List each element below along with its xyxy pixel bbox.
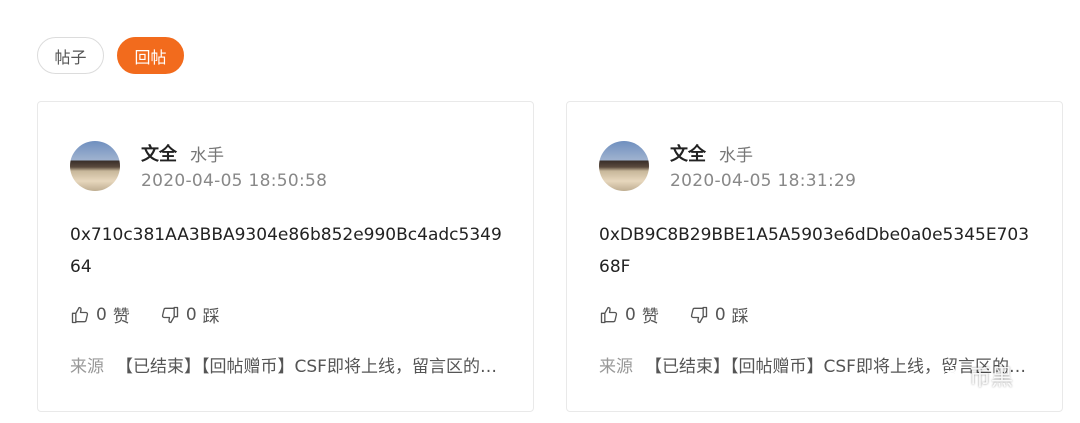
watermark: 币黑 bbox=[935, 360, 1013, 392]
thumbs-down-icon bbox=[690, 306, 707, 323]
thumbs-down-icon bbox=[161, 306, 178, 323]
watermark-text: 币黑 bbox=[969, 366, 1014, 391]
tab-bar: 帖子 回帖 bbox=[37, 37, 184, 74]
avatar[interactable] bbox=[599, 141, 649, 191]
like-label: 赞 bbox=[112, 307, 130, 327]
post-time: 2020-04-05 18:31:29 bbox=[670, 171, 857, 191]
like-button[interactable]: 0 赞 bbox=[599, 302, 659, 327]
thumbs-up-icon bbox=[71, 306, 89, 323]
username[interactable]: 文全 bbox=[141, 140, 177, 166]
source-link[interactable]: 【已结束】【回帖赠币】CSF即将上线，留言区的朋友们 bbox=[116, 357, 510, 377]
tab-replies[interactable]: 回帖 bbox=[117, 37, 184, 74]
like-count: 0 bbox=[625, 304, 636, 325]
like-button[interactable]: 0 赞 bbox=[70, 302, 130, 327]
reaction-bar: 0 赞 0 踩 bbox=[599, 302, 749, 327]
dislike-count: 0 bbox=[714, 304, 726, 325]
dislike-label: 踩 bbox=[731, 307, 749, 327]
reply-card: 文全 水手 2020-04-05 18:50:58 0x710c381AA3BB… bbox=[37, 101, 534, 412]
avatar[interactable] bbox=[70, 141, 120, 191]
thumbs-up-icon bbox=[600, 306, 618, 323]
like-count: 0 bbox=[96, 304, 107, 325]
user-role: 水手 bbox=[190, 146, 224, 166]
reply-content: 0xDB9C8B29BBE1A5A5903e6dDbe0a0e5345E7036… bbox=[599, 225, 1030, 277]
dislike-button[interactable]: 0 踩 bbox=[160, 302, 220, 327]
source-label: 来源 bbox=[599, 357, 633, 377]
like-label: 赞 bbox=[641, 307, 659, 327]
reaction-bar: 0 赞 0 踩 bbox=[70, 302, 220, 327]
dislike-count: 0 bbox=[185, 304, 197, 325]
wechat-icon bbox=[936, 364, 962, 387]
username[interactable]: 文全 bbox=[670, 140, 706, 166]
dislike-label: 踩 bbox=[202, 307, 220, 327]
source-label: 来源 bbox=[70, 357, 104, 377]
dislike-button[interactable]: 0 踩 bbox=[689, 302, 749, 327]
user-role: 水手 bbox=[719, 146, 753, 166]
post-time: 2020-04-05 18:50:58 bbox=[141, 171, 328, 191]
source-line[interactable]: 来源 【已结束】【回帖赠币】CSF即将上线，留言区的朋友们 bbox=[70, 352, 510, 377]
reply-content: 0x710c381AA3BBA9304e86b852e990Bc4adc5349… bbox=[70, 225, 502, 277]
tab-posts[interactable]: 帖子 bbox=[37, 37, 104, 74]
